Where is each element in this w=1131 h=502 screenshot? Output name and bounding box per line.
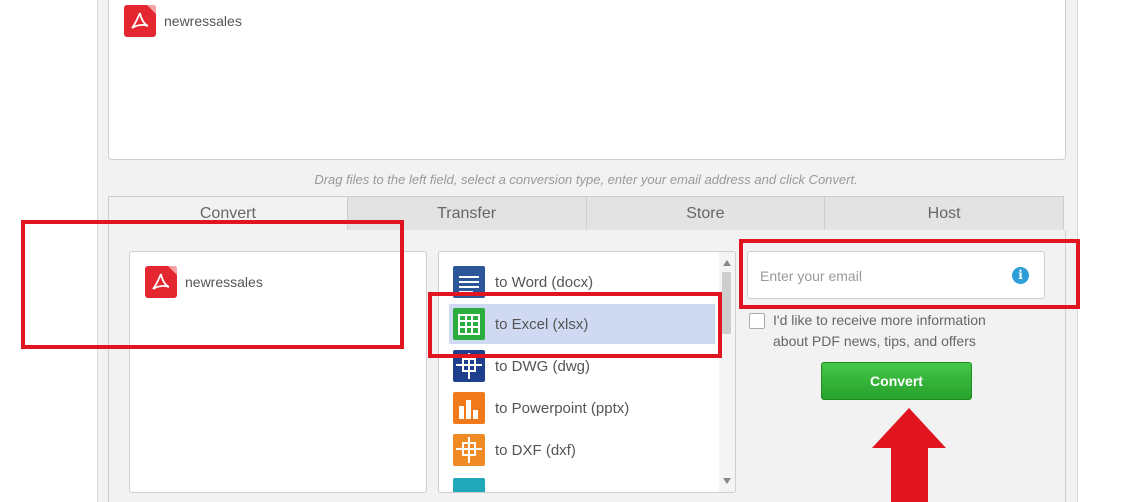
conversion-list-scrollbar[interactable] [719, 252, 735, 492]
powerpoint-icon [453, 392, 485, 424]
newsletter-optin: I'd like to receive more information abo… [749, 310, 1023, 352]
uploaded-file-item[interactable]: newressales [124, 5, 242, 37]
conversion-type-label: to DXF (dxf) [495, 441, 576, 459]
tab-host[interactable]: Host [825, 196, 1064, 231]
conversion-type-label: to DWG (dwg) [495, 357, 591, 375]
conversion-type-label: to Powerpoint (pptx) [495, 399, 630, 417]
upload-dropzone[interactable]: newressales [108, 0, 1066, 160]
arrow-up-icon [872, 408, 946, 502]
conversion-type-partial[interactable] [449, 474, 715, 492]
highlight-box-email [739, 239, 1080, 309]
pdf-file-icon [124, 5, 156, 37]
newsletter-checkbox[interactable] [749, 313, 765, 329]
file-type-icon [453, 478, 485, 492]
scrollbar-thumb[interactable] [722, 272, 731, 334]
highlight-box-file [21, 220, 404, 349]
conversion-type-powerpoint[interactable]: to Powerpoint (pptx) [449, 388, 715, 428]
conversion-type-dxf[interactable]: to DXF (dxf) [449, 430, 715, 470]
highlight-box-excel-option [428, 292, 722, 358]
newsletter-optin-label[interactable]: I'd like to receive more information abo… [773, 310, 1023, 352]
dxf-icon [453, 434, 485, 466]
scroll-up-arrow-icon[interactable] [723, 260, 731, 266]
convert-button[interactable]: Convert [821, 362, 972, 400]
scroll-down-arrow-icon[interactable] [723, 478, 731, 484]
uploaded-file-name: newressales [164, 13, 242, 29]
instructions-hint: Drag files to the left field, select a c… [314, 172, 858, 187]
conversion-type-list[interactable]: to Word (docx) to Excel (xlsx) to DWG (d… [438, 251, 736, 493]
tab-store[interactable]: Store [586, 196, 826, 231]
conversion-type-label: to Word (docx) [495, 273, 594, 291]
